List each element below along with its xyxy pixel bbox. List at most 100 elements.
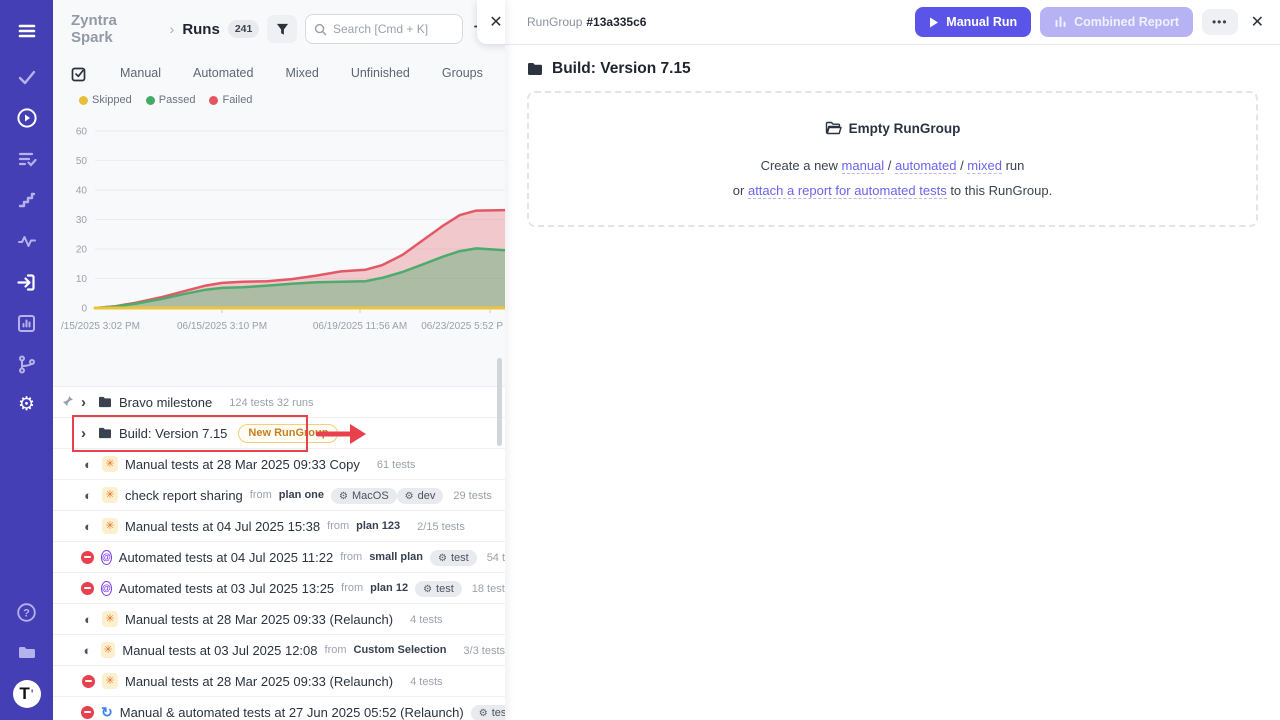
manual-run-icon: ✳	[101, 642, 116, 658]
projects-icon[interactable]	[15, 640, 39, 664]
legend-dot	[209, 96, 218, 105]
run-list-item[interactable]: @ Automated tests at 04 Jul 2025 11:22 f…	[53, 542, 505, 573]
attach-report-link[interactable]: attach a report for automated tests	[748, 183, 947, 199]
chevron-right-icon[interactable]: ›	[81, 395, 91, 410]
legend-dot	[146, 96, 155, 105]
folder-icon	[98, 396, 112, 408]
manual-run-label: Manual Run	[946, 15, 1017, 29]
branches-icon[interactable]	[15, 352, 39, 376]
run-list-item[interactable]: ◐ ✳ Manual tests at 28 Mar 2025 09:33 Co…	[53, 449, 505, 480]
rungroup-label: RunGroup	[527, 15, 582, 29]
drawer-scrollbar[interactable]	[497, 358, 502, 446]
tab-mixed[interactable]: Mixed	[269, 62, 334, 84]
tab-groups[interactable]: Groups	[426, 62, 499, 84]
run-list-item[interactable]: ✳ Manual tests at 28 Mar 2025 09:33 (Rel…	[53, 666, 505, 697]
app-logo[interactable]: T'	[13, 680, 41, 708]
automated-run-icon: @	[101, 581, 112, 596]
plan-name[interactable]: small plan	[369, 551, 423, 563]
from-label: from	[340, 551, 362, 563]
run-list-item[interactable]: › Build: Version 7.15 New RunGroup	[53, 418, 505, 449]
legend-item-skipped[interactable]: Skipped	[79, 94, 132, 106]
status-stopped-icon	[82, 675, 95, 688]
breadcrumb-project[interactable]: Zyntra Spark	[71, 12, 162, 46]
automated-run-icon: @	[101, 550, 112, 565]
run-title[interactable]: Bravo milestone	[119, 395, 212, 410]
select-all-icon[interactable]	[71, 65, 88, 82]
run-title[interactable]: Manual tests at 28 Mar 2025 09:33 Copy	[125, 457, 360, 472]
tests-count: 4 tests	[410, 676, 442, 688]
panel-close-button[interactable]: ✕	[1251, 12, 1264, 32]
reports-icon[interactable]	[15, 311, 39, 335]
tab-manual[interactable]: Manual	[104, 62, 177, 84]
plan-name[interactable]: plan 123	[356, 520, 400, 532]
automated-run-link[interactable]: automated	[895, 158, 956, 174]
manual-run-button[interactable]: Manual Run	[915, 7, 1031, 37]
run-title[interactable]: Manual tests at 04 Jul 2025 15:38	[125, 519, 320, 534]
search-box[interactable]	[305, 14, 463, 44]
manual-run-icon: ✳	[102, 673, 118, 689]
tab-unfinished[interactable]: Unfinished	[335, 62, 426, 84]
filter-button[interactable]	[267, 15, 297, 43]
svg-text:06/23/2025 5:52 P: 06/23/2025 5:52 P	[421, 321, 503, 332]
plan-name[interactable]: plan 12	[370, 582, 408, 594]
legend-item-failed[interactable]: Failed	[209, 94, 252, 106]
run-title[interactable]: Manual tests at 03 Jul 2025 12:08	[122, 643, 317, 658]
close-icon: ✕	[489, 14, 502, 31]
mixed-run-link[interactable]: mixed	[967, 158, 1002, 174]
gear-icon: ⚙	[479, 708, 488, 719]
run-title[interactable]: Manual & automated tests at 27 Jun 2025 …	[120, 705, 464, 720]
tests-count: 61 tests	[377, 459, 416, 471]
run-list-item[interactable]: ◐ ✳ Manual tests at 03 Jul 2025 12:08 fr…	[53, 635, 505, 666]
runs-trend-chart: 0102030405060/15/2025 3:02 PM06/15/2025 …	[53, 118, 505, 346]
run-list-item[interactable]: ◐ ✳ Manual tests at 28 Mar 2025 09:33 (R…	[53, 604, 505, 635]
more-options-button[interactable]: •••	[1202, 9, 1238, 35]
run-list-item[interactable]: @ Automated tests at 03 Jul 2025 13:25 f…	[53, 573, 505, 604]
chevron-right-icon[interactable]: ›	[81, 426, 91, 441]
combined-report-label: Combined Report	[1074, 15, 1179, 29]
run-title[interactable]: Automated tests at 03 Jul 2025 13:25	[119, 581, 334, 596]
run-list-item[interactable]: ◐ ✳ Manual tests at 04 Jul 2025 15:38 fr…	[53, 511, 505, 542]
settings-icon[interactable]: ⚙	[15, 392, 39, 416]
manual-run-link[interactable]: manual	[842, 158, 885, 174]
help-icon[interactable]: ?	[15, 600, 39, 624]
svg-text:60: 60	[76, 127, 88, 138]
plans-icon[interactable]	[15, 147, 39, 171]
rungroup-title: Build: Version 7.15	[552, 60, 691, 78]
run-list-item[interactable]: › Bravo milestone 124 tests32 runs	[53, 387, 505, 418]
run-list-item[interactable]: ↻ Manual & automated tests at 27 Jun 202…	[53, 697, 505, 720]
mixed-run-icon: ↻	[101, 704, 113, 720]
run-title[interactable]: Build: Version 7.15	[119, 426, 227, 441]
folder-icon	[527, 62, 543, 76]
tests-count: 4 tests	[410, 614, 442, 626]
manual-run-icon: ✳	[102, 487, 118, 503]
run-title[interactable]: Automated tests at 04 Jul 2025 11:22	[119, 550, 333, 565]
create-run-line: Create a new manual / automated / mixed …	[761, 158, 1025, 173]
bar-chart-icon	[1054, 16, 1067, 28]
drawer-close-button[interactable]: ✕	[477, 0, 505, 44]
pulse-icon[interactable]	[15, 229, 39, 253]
run-title[interactable]: Manual tests at 28 Mar 2025 09:33 (Relau…	[125, 674, 393, 689]
run-list-item[interactable]: ◐ ✳ check report sharing from plan one ⚙…	[53, 480, 505, 511]
menu-icon[interactable]	[15, 19, 39, 43]
manual-run-icon: ✳	[102, 611, 118, 627]
tab-automated[interactable]: Automated	[177, 62, 269, 84]
env-badge: ⚙dev	[397, 488, 444, 504]
steps-icon[interactable]	[15, 188, 39, 212]
legend-item-passed[interactable]: Passed	[146, 94, 196, 106]
env-badge: ⚙test	[430, 550, 477, 566]
run-title[interactable]: check report sharing	[125, 488, 243, 503]
combined-report-button[interactable]: Combined Report	[1040, 7, 1193, 37]
plan-name[interactable]: Custom Selection	[354, 644, 447, 656]
runs-icon[interactable]	[15, 106, 39, 130]
breadcrumb-separator: ›	[170, 21, 175, 37]
import-icon[interactable]	[15, 270, 39, 294]
search-input[interactable]	[333, 22, 443, 36]
plan-name[interactable]: plan one	[279, 489, 324, 501]
status-in-progress-icon: ◐	[81, 458, 95, 471]
close-icon: ✕	[1251, 14, 1264, 31]
tests-icon[interactable]	[15, 65, 39, 89]
drawer-header: Zyntra Spark › Runs 241	[53, 0, 505, 54]
rungroup-id: #13a335c6	[586, 15, 646, 29]
run-title[interactable]: Manual tests at 28 Mar 2025 09:33 (Relau…	[125, 612, 393, 627]
play-icon	[929, 17, 939, 28]
